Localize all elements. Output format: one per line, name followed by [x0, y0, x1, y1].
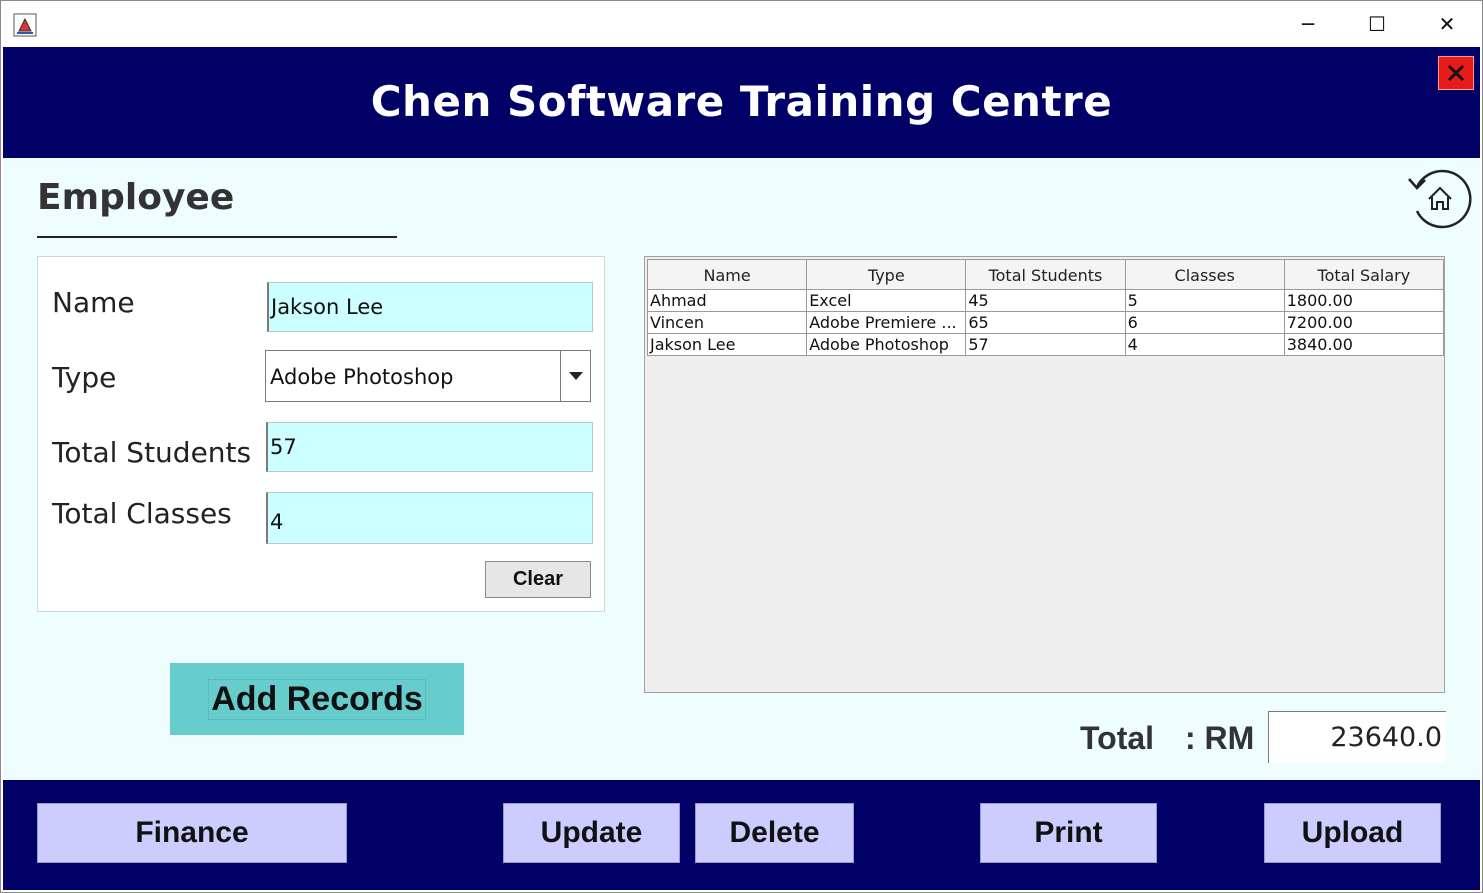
cell-name: Jakson Lee — [646, 333, 808, 356]
cell-total-students: 65 — [965, 311, 1126, 334]
exit-button[interactable] — [1438, 56, 1474, 90]
update-button[interactable]: Update — [503, 803, 680, 863]
employee-table[interactable]: Name Type Total Students Classes Total S… — [644, 256, 1445, 693]
chevron-down-icon — [568, 372, 583, 380]
cell-total-salary: 1800.00 — [1283, 289, 1445, 312]
column-header-type[interactable]: Type — [806, 259, 967, 290]
java-app-icon — [13, 13, 37, 37]
cell-type: Adobe Photoshop — [806, 333, 967, 356]
column-header-total-salary[interactable]: Total Salary — [1283, 259, 1445, 290]
total-classes-label: Total Classes — [52, 497, 232, 530]
table-header-row: Name Type Total Students Classes Total S… — [646, 259, 1445, 290]
total-classes-field[interactable]: 4 — [266, 492, 593, 544]
app-title: Chen Software Training Centre — [370, 77, 1113, 126]
cell-total-students: 57 — [965, 333, 1126, 356]
cell-total-salary: 3840.00 — [1283, 333, 1445, 356]
minimize-button[interactable]: ─ — [1273, 1, 1343, 47]
table-row[interactable]: Ahmad Excel 45 5 1800.00 — [646, 289, 1445, 312]
delete-button[interactable]: Delete — [695, 803, 854, 863]
cell-classes: 5 — [1124, 289, 1285, 312]
cell-classes: 4 — [1124, 333, 1285, 356]
total-students-field[interactable]: 57 — [266, 422, 593, 472]
type-select[interactable]: Adobe Photoshop — [265, 350, 591, 402]
section-divider — [37, 236, 397, 238]
type-label: Type — [52, 361, 117, 394]
window-close-button[interactable]: ✕ — [1412, 1, 1482, 47]
upload-button[interactable]: Upload — [1264, 803, 1441, 863]
app-header: Chen Software Training Centre — [3, 47, 1480, 158]
table-row[interactable]: Jakson Lee Adobe Photoshop 57 4 3840.00 — [646, 333, 1445, 356]
cell-type: Adobe Premiere ... — [806, 311, 967, 334]
total-amount-field: 23640.0 — [1268, 711, 1446, 763]
finance-button[interactable]: Finance — [37, 803, 347, 863]
currency-label: : RM — [1185, 720, 1255, 756]
type-select-value: Adobe Photoshop — [270, 365, 454, 389]
name-field[interactable]: Jakson Lee — [267, 282, 593, 332]
table-row[interactable]: Vincen Adobe Premiere ... 65 6 7200.00 — [646, 311, 1445, 334]
maximize-button[interactable]: ☐ — [1342, 1, 1412, 47]
column-header-name[interactable]: Name — [646, 259, 808, 290]
cell-name: Ahmad — [646, 289, 808, 312]
records-table: Name Type Total Students Classes Total S… — [646, 259, 1445, 356]
column-header-classes[interactable]: Classes — [1124, 259, 1285, 290]
column-header-total-students[interactable]: Total Students — [965, 259, 1126, 290]
title-bar: ─ ☐ ✕ — [1, 1, 1482, 47]
cell-total-salary: 7200.00 — [1283, 311, 1445, 334]
clear-button[interactable]: Clear — [485, 561, 591, 598]
cell-name: Vincen — [646, 311, 808, 334]
add-records-button[interactable]: Add Records — [170, 663, 464, 735]
section-title: Employee — [37, 177, 235, 218]
total-students-label: Total Students — [52, 436, 252, 469]
close-icon — [1447, 64, 1465, 82]
cell-type: Excel — [806, 289, 967, 312]
home-icon[interactable] — [1405, 167, 1473, 231]
dropdown-arrow-button[interactable] — [560, 351, 590, 401]
name-label: Name — [52, 286, 135, 319]
cell-total-students: 45 — [965, 289, 1126, 312]
add-records-label: Add Records — [208, 678, 426, 720]
print-button[interactable]: Print — [980, 803, 1157, 863]
cell-classes: 6 — [1124, 311, 1285, 334]
total-label: Total — [1080, 720, 1155, 756]
